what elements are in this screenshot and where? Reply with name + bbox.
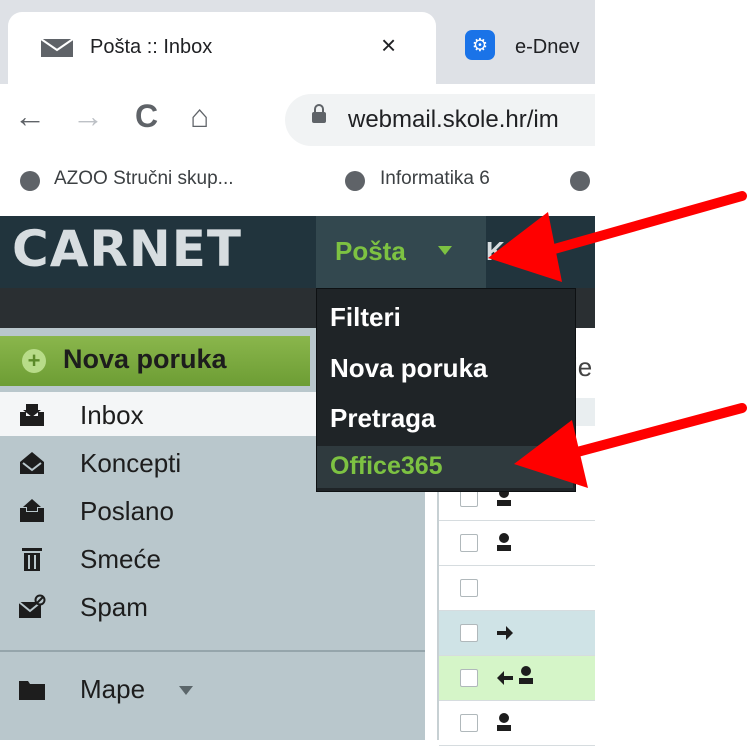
annotation-arrow-bottom bbox=[514, 403, 747, 488]
annotation-arrow-top bbox=[488, 191, 747, 282]
annotation-arrows bbox=[488, 191, 747, 488]
